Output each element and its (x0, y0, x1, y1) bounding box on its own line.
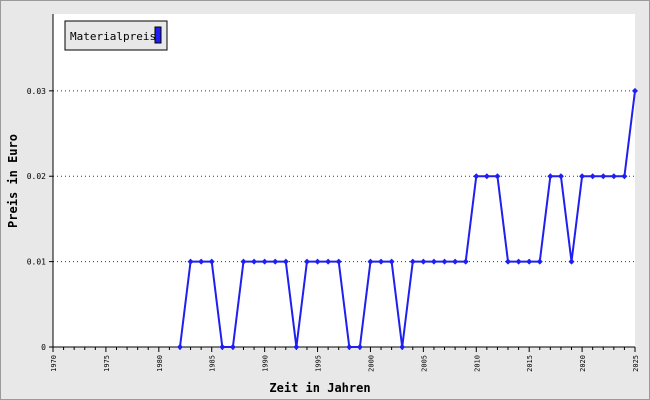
x-axis-label: Zeit in Jahren (269, 381, 370, 395)
x-tick-label: 1990 (262, 355, 270, 372)
legend-swatch (154, 26, 162, 44)
legend-label: Materialpreis (70, 30, 156, 43)
x-tick-label: 1975 (103, 355, 111, 372)
legend: Materialpreis (64, 20, 168, 51)
y-tick-label: 0.01 (27, 258, 46, 267)
x-tick-label: 2025 (632, 355, 640, 372)
y-tick-label: 0.03 (27, 87, 46, 96)
x-tick-label: 1980 (156, 355, 164, 372)
x-tick-label: 2020 (579, 355, 587, 372)
x-tick-label: 2005 (420, 355, 428, 372)
x-tick-label: 1985 (209, 355, 217, 372)
y-axis-label: Preis in Euro (6, 134, 20, 228)
x-tick-label: 2010 (473, 355, 481, 372)
x-tick-label: 1995 (315, 355, 323, 372)
y-tick-label: 0.02 (27, 172, 46, 181)
y-ticks: 0 0.01 0.02 0.03 (27, 87, 53, 352)
y-tick-label: 0 (41, 343, 46, 352)
x-tick-label: 2000 (367, 355, 375, 372)
x-tick-label: 1970 (50, 355, 58, 372)
line-chart: 0 0.01 0.02 0.03 1970 1975 1980 1985 1990 1995 20… (6, 14, 640, 395)
x-tick-label: 2015 (526, 355, 534, 372)
x-ticks: 1970 1975 1980 1985 1990 1995 2000 2005 2010 2015… (50, 347, 640, 372)
